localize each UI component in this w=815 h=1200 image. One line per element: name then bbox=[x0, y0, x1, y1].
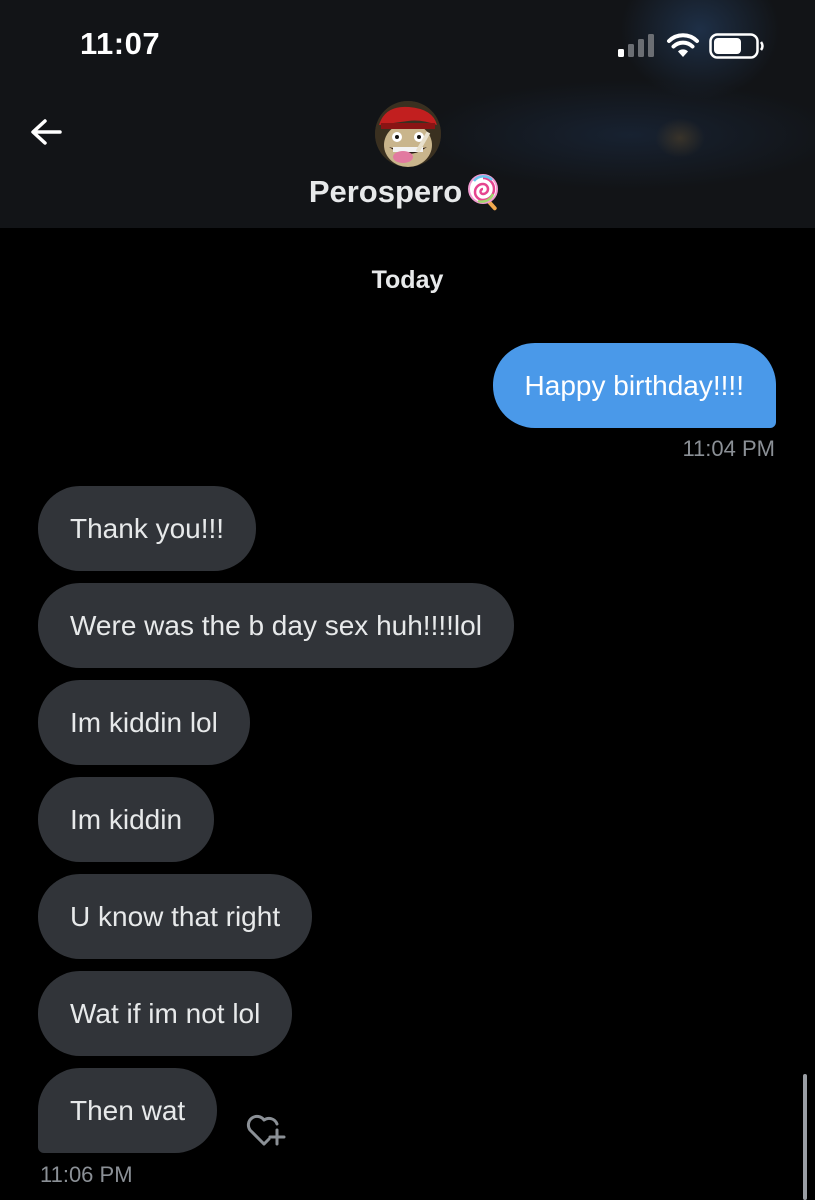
dm-conversation-screen: 11:07 Perospero Today Happy birthday!!!!… bbox=[0, 0, 815, 1200]
status-bar-time: 11:07 bbox=[80, 26, 161, 61]
received-message-bubble[interactable]: Im kiddin bbox=[38, 777, 215, 862]
received-message-bubble[interactable]: Thank you!!! bbox=[38, 486, 257, 571]
sent-message-bubble[interactable]: Happy birthday!!!! bbox=[492, 343, 776, 428]
avatar-image bbox=[375, 101, 441, 167]
cellular-signal-icon bbox=[618, 34, 654, 57]
heart-plus-icon[interactable] bbox=[244, 1110, 288, 1150]
contact-avatar[interactable] bbox=[375, 101, 441, 167]
contact-name-row[interactable]: Perospero bbox=[0, 172, 815, 212]
scrollbar[interactable] bbox=[803, 1074, 807, 1200]
received-message-bubble[interactable]: Were was the b day sex huh!!!!lol bbox=[38, 583, 514, 668]
battery-icon bbox=[709, 33, 764, 59]
received-message-bubble[interactable]: Then wat bbox=[38, 1068, 218, 1153]
date-separator: Today bbox=[371, 266, 444, 294]
arrow-left-icon[interactable] bbox=[26, 112, 66, 152]
received-message-bubble[interactable]: Im kiddin lol bbox=[38, 680, 250, 765]
received-message-bubble[interactable]: Wat if im not lol bbox=[38, 971, 293, 1056]
wifi-icon bbox=[667, 33, 699, 57]
message-timestamp: 11:06 PM bbox=[40, 1162, 133, 1187]
contact-name: Perospero bbox=[308, 174, 463, 209]
received-message-bubble[interactable]: U know that right bbox=[38, 874, 313, 959]
lollipop-emoji-icon bbox=[468, 174, 499, 211]
conversation-header: 11:07 Perospero bbox=[0, 0, 815, 228]
message-timestamp: 11:04 PM bbox=[682, 436, 775, 461]
header-glow bbox=[655, 118, 705, 158]
